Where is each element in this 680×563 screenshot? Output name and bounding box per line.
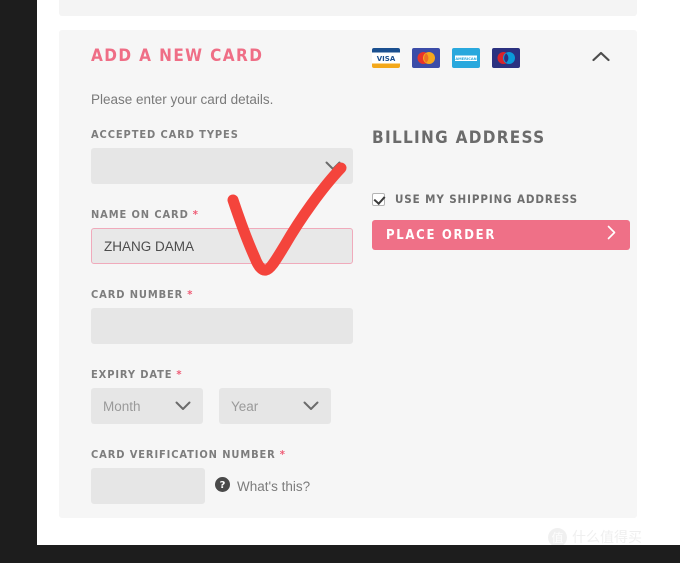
whats-this-label: What's this? [237,478,311,494]
chevron-right-icon [607,225,616,245]
use-my-shipping-address-checkbox[interactable]: USE MY SHIPPING ADDRESS [372,192,630,206]
expiry-month-value: Month [103,398,141,414]
previous-section-panel [59,0,637,16]
page-title: ADD A NEW CARD [91,46,264,66]
checkbox-checked-icon [372,192,385,206]
card-verification-number-row: ? What's this? [91,468,353,504]
chevron-up-icon [592,49,610,67]
place-order-button[interactable]: PLACE ORDER [372,220,630,250]
billing-address-title: BILLING ADDRESS [372,128,546,148]
required-mark: * [187,288,194,301]
name-on-card-label: NAME ON CARD * [91,208,199,221]
billing-address-column: BILLING ADDRESS USE MY SHIPPING ADDRESS … [372,128,630,250]
place-order-label: PLACE ORDER [386,227,497,243]
chevron-down-icon [175,399,191,414]
left-dark-rail [0,0,37,563]
accepted-card-types-label: ACCEPTED CARD TYPES [91,128,239,141]
card-panel-subtitle: Please enter your card details. [91,92,274,107]
card-verification-number-label: CARD VERIFICATION NUMBER * [91,448,286,461]
expiry-year-value: Year [231,398,259,414]
whats-this-help-link[interactable]: ? What's this? [215,477,310,495]
card-panel-header: ADD A NEW CARD VISA AMERICAN [59,30,637,86]
chevron-down-icon [303,399,319,414]
visa-logo: VISA [372,48,400,68]
name-on-card-value: ZHANG DAMA [104,238,195,254]
expiry-month-select[interactable]: Month [91,388,203,424]
collapse-panel-button[interactable] [587,44,615,72]
page-canvas: ADD A NEW CARD VISA AMERICAN Please ente… [37,0,680,560]
watermark-text: 什么值得买 [572,530,642,546]
accepted-card-brand-logos: VISA AMERICAN [372,48,520,68]
chevron-down-icon [325,159,341,174]
site-watermark: 值 什么值得买 [548,527,642,547]
svg-text:AMERICAN: AMERICAN [455,57,476,61]
svg-text:VISA: VISA [377,55,396,63]
card-details-column: ACCEPTED CARD TYPES NAME ON CARD * ZHANG… [91,128,353,560]
required-mark: * [279,448,286,461]
maestro-logo [492,48,520,68]
card-number-label: CARD NUMBER * [91,288,194,301]
use-my-shipping-address-label: USE MY SHIPPING ADDRESS [395,192,578,206]
expiry-date-row: Month Year [91,388,353,424]
card-number-input[interactable] [91,308,353,344]
svg-text:?: ? [220,480,226,491]
bottom-dark-rail [0,545,680,563]
question-mark-icon: ? [215,477,230,495]
screenshot-root: ADD A NEW CARD VISA AMERICAN Please ente… [0,0,680,563]
accepted-card-types-select[interactable] [91,148,353,184]
expiry-year-select[interactable]: Year [219,388,331,424]
name-on-card-input[interactable]: ZHANG DAMA [91,228,353,264]
card-verification-number-input[interactable] [91,468,205,504]
required-mark: * [176,368,183,381]
amex-logo: AMERICAN [452,48,480,68]
expiry-date-label: EXPIRY DATE * [91,368,183,381]
mastercard-logo [412,48,440,68]
add-new-card-panel: ADD A NEW CARD VISA AMERICAN Please ente… [59,30,637,560]
watermark-badge-icon: 值 [548,527,567,547]
required-mark: * [192,208,199,221]
